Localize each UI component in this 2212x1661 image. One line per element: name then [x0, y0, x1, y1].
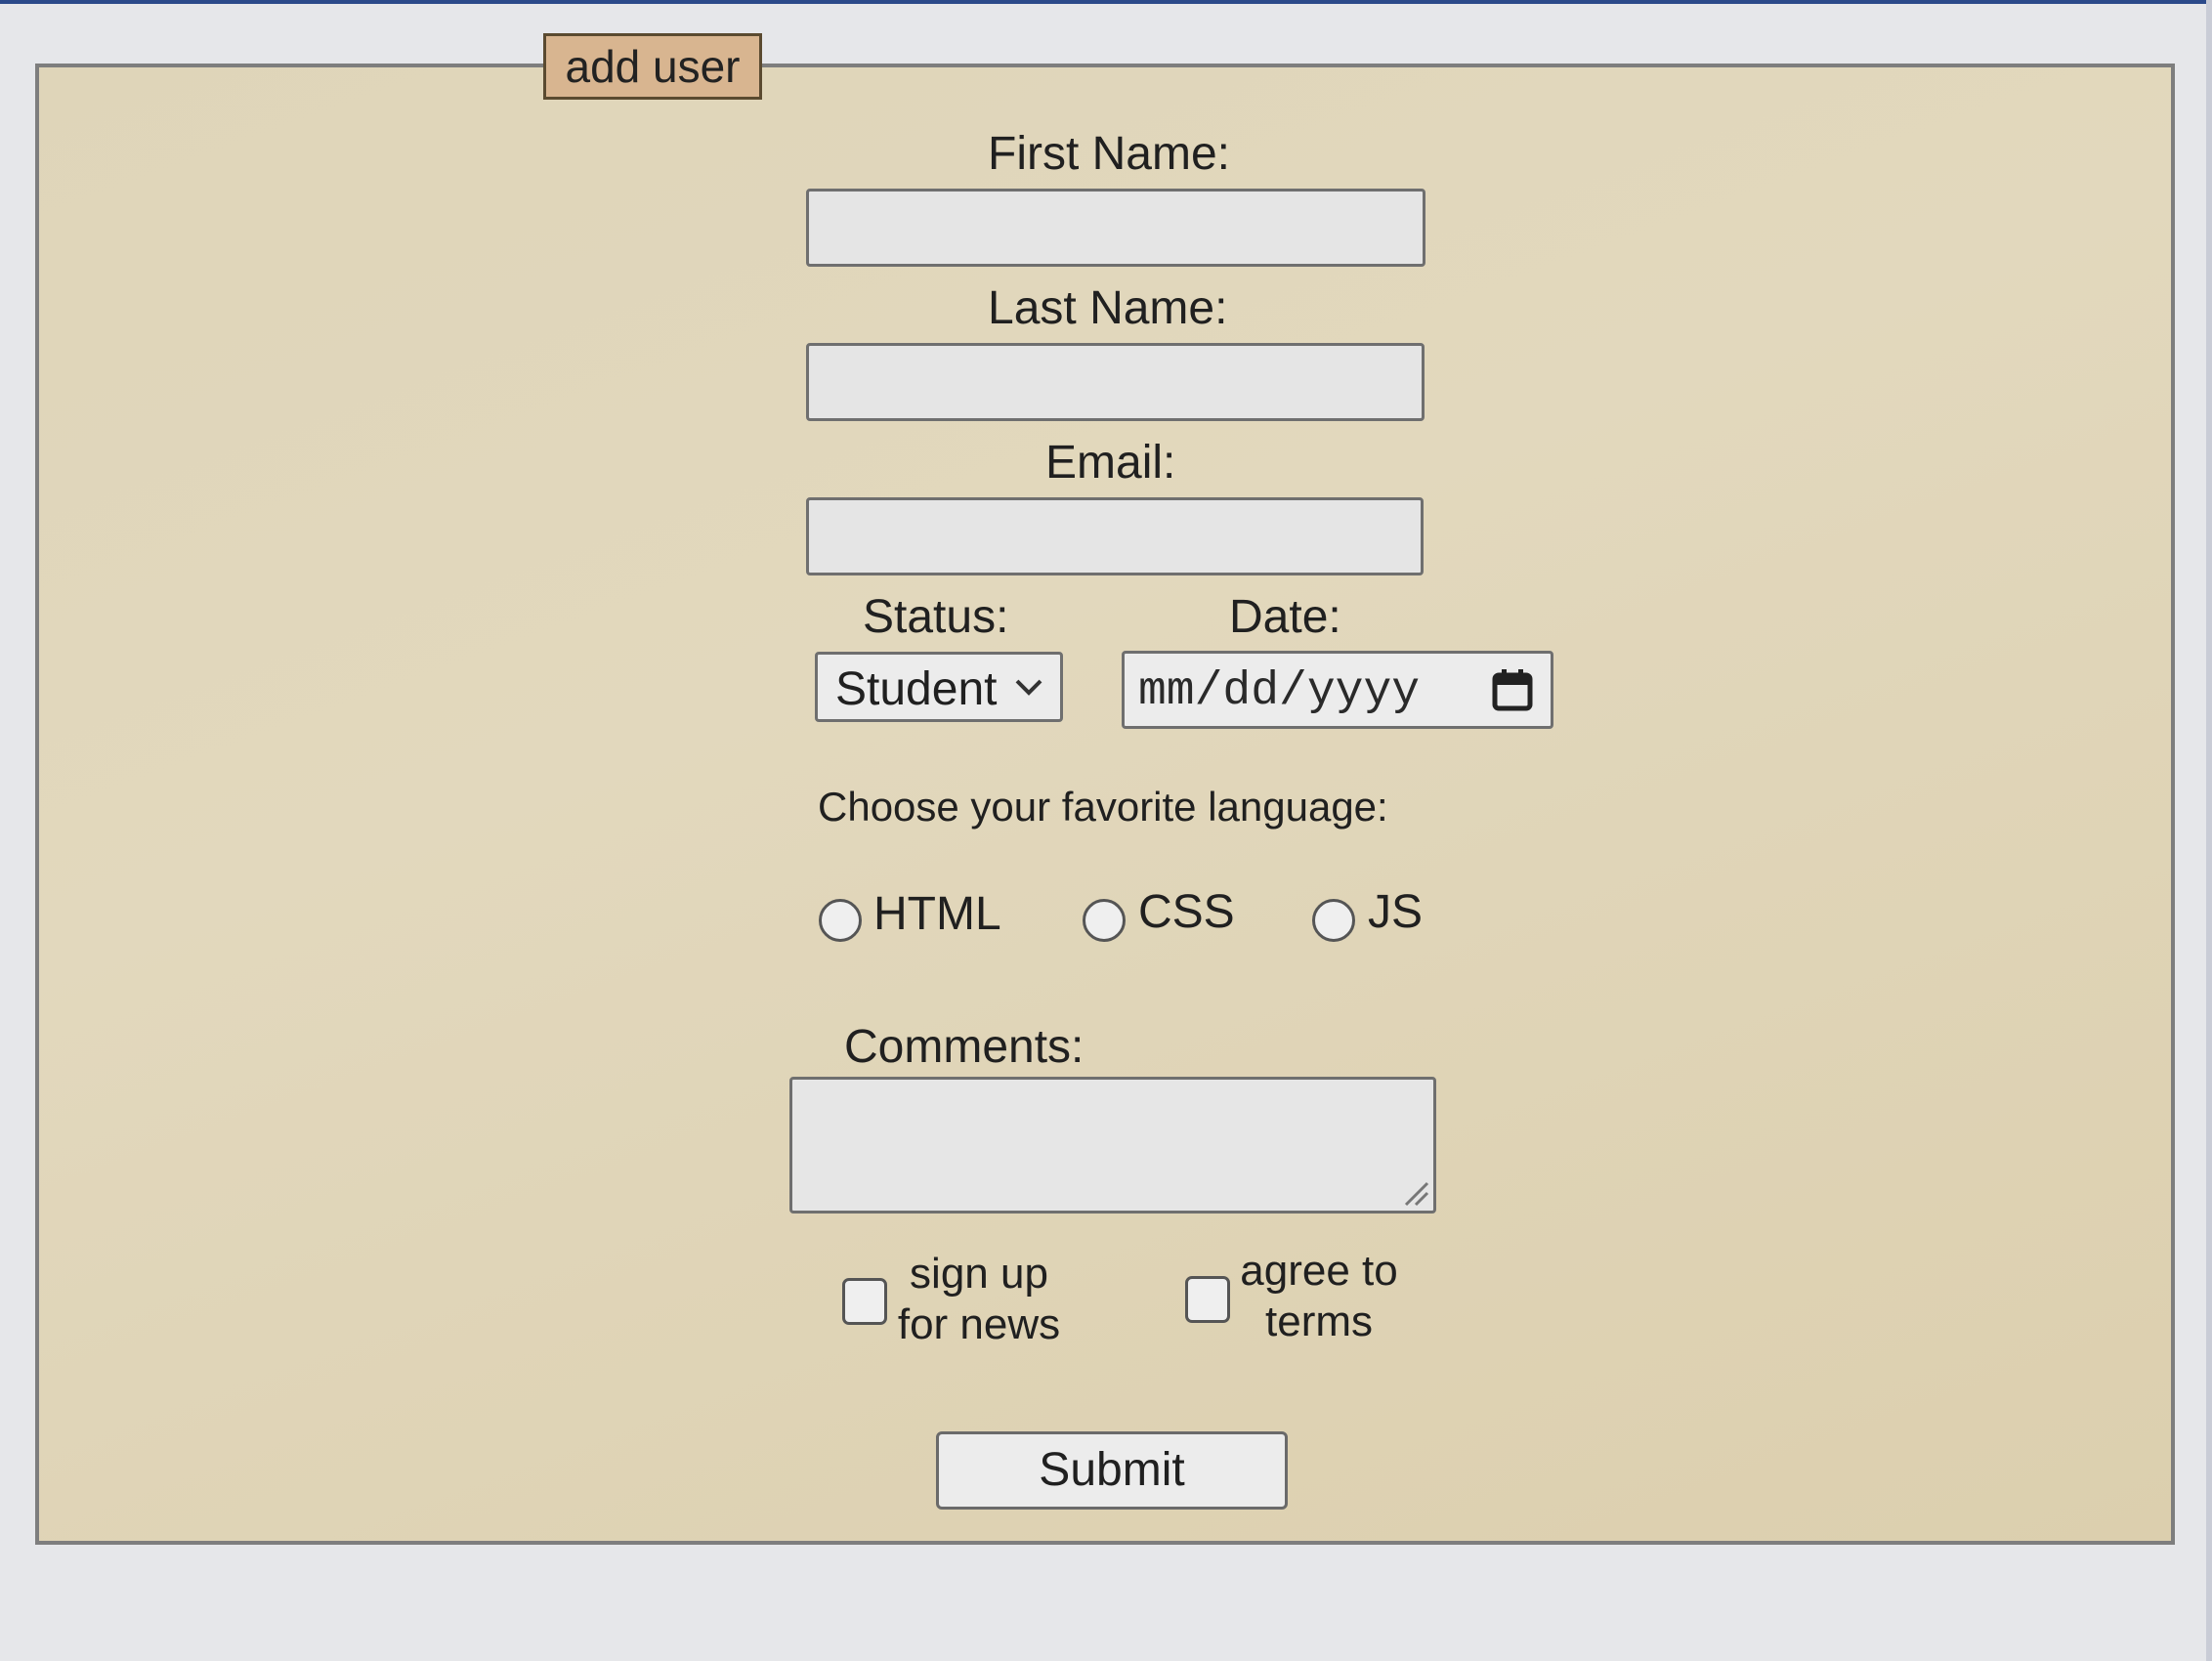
comments-textarea[interactable] [789, 1077, 1436, 1214]
radio-js[interactable] [1312, 899, 1355, 942]
resize-grip-icon[interactable] [1402, 1179, 1429, 1207]
email-label: Email: [1045, 437, 1176, 489]
screen-top-edge [0, 0, 2212, 4]
submit-button[interactable]: Submit [936, 1431, 1288, 1510]
date-placeholder: mm/dd/yyyy [1138, 665, 1421, 718]
radio-html[interactable] [819, 899, 862, 942]
status-selected-value: Student [835, 663, 998, 715]
fieldset-legend: add user [543, 33, 762, 100]
first-name-field[interactable] [806, 189, 1425, 267]
chevron-down-icon [1015, 679, 1042, 696]
date-input[interactable]: mm/dd/yyyy [1122, 651, 1553, 729]
signup-news-label: sign up for news [897, 1250, 1061, 1348]
radio-css[interactable] [1083, 899, 1126, 942]
calendar-icon[interactable] [1490, 667, 1535, 712]
radio-html-label: HTML [873, 888, 1001, 940]
screen-right-edge [2206, 0, 2212, 1661]
language-prompt: Choose your favorite language: [818, 784, 1388, 830]
radio-css-label: CSS [1138, 886, 1235, 938]
last-name-label: Last Name: [988, 282, 1228, 334]
status-label: Status: [863, 591, 1009, 643]
date-label: Date: [1229, 591, 1341, 643]
last-name-field[interactable] [806, 343, 1425, 421]
status-select[interactable]: Student [815, 652, 1063, 722]
agree-terms-checkbox[interactable] [1185, 1276, 1230, 1323]
signup-news-checkbox[interactable] [842, 1278, 887, 1325]
email-field[interactable] [806, 497, 1424, 575]
first-name-label: First Name: [988, 128, 1231, 180]
agree-terms-label: agree to terms [1240, 1247, 1398, 1345]
radio-js-label: JS [1368, 886, 1424, 938]
comments-label: Comments: [844, 1021, 1085, 1073]
